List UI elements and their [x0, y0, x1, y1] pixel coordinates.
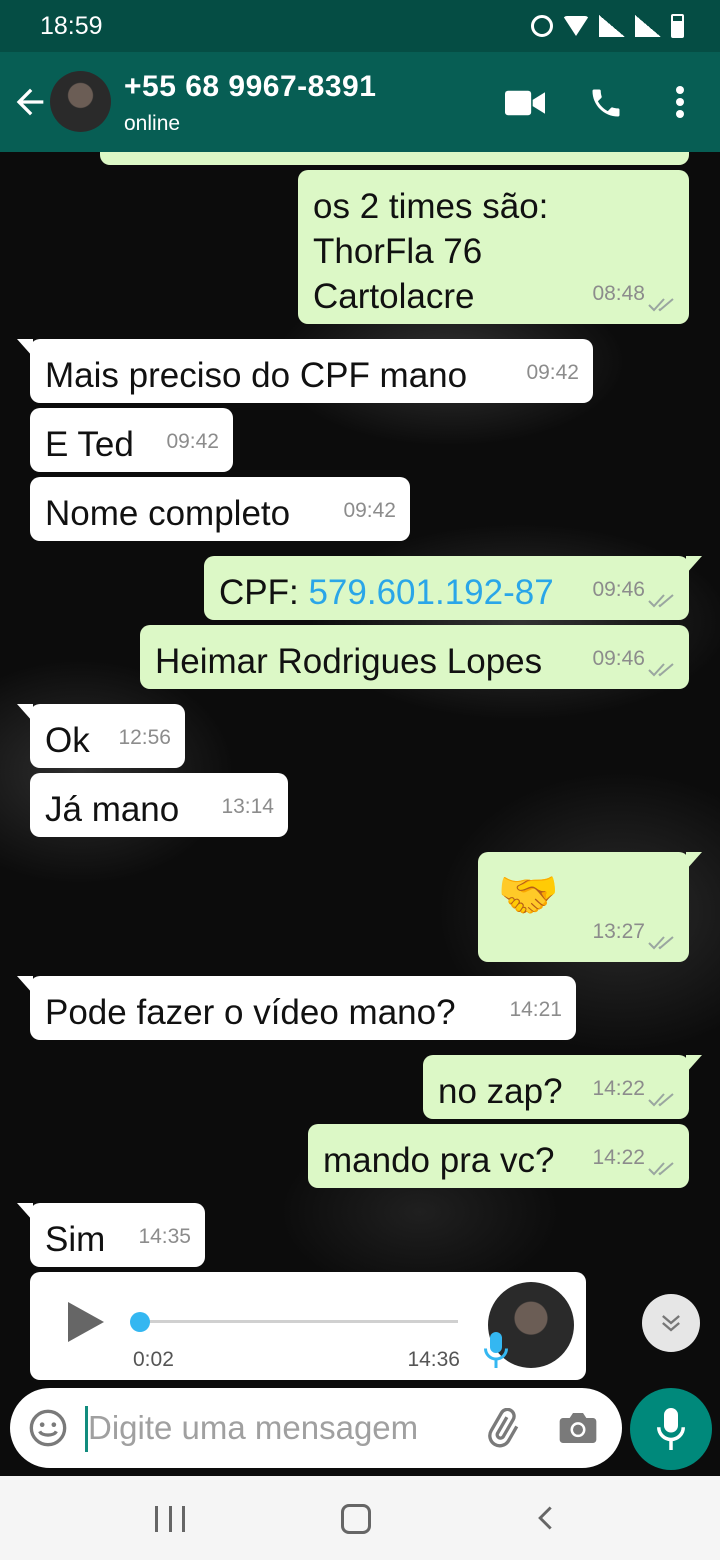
emoji-icon[interactable]: [28, 1408, 68, 1448]
message-time: 13:27: [592, 920, 645, 943]
signal-icon-2: [635, 15, 661, 37]
contact-name[interactable]: +55 68 9967-8391: [124, 70, 376, 104]
partial-message-bubble[interactable]: [100, 152, 689, 165]
wifi-icon: [563, 16, 589, 36]
mic-icon: [657, 1408, 685, 1450]
cpf-label: CPF:: [219, 573, 309, 612]
message-text: Mais preciso do CPF mano: [45, 356, 468, 395]
message-input[interactable]: [88, 1400, 468, 1456]
menu-icon[interactable]: [665, 82, 695, 122]
message-text: Pode fazer o vídeo mano?: [45, 993, 456, 1032]
message-time: 09:42: [166, 430, 219, 453]
read-checks-icon: [648, 594, 674, 608]
message-incoming[interactable]: Ok 12:56: [17, 704, 185, 768]
message-outgoing[interactable]: mando pra vc? 14:22: [308, 1124, 689, 1188]
status-icons: [531, 14, 684, 38]
message-incoming[interactable]: Pode fazer o vídeo mano? 14:21: [17, 976, 576, 1040]
contact-status: online: [124, 112, 181, 135]
read-checks-icon: [648, 1093, 674, 1107]
message-time: 14:36: [407, 1348, 460, 1371]
message-outgoing[interactable]: Heimar Rodrigues Lopes 09:46: [140, 625, 689, 689]
message-incoming[interactable]: E Ted 09:42: [30, 408, 233, 472]
back-icon[interactable]: [532, 1504, 560, 1532]
read-checks-icon: [648, 1162, 674, 1176]
chat-header: +55 68 9967-8391 online: [0, 52, 720, 152]
play-icon[interactable]: [68, 1302, 104, 1342]
message-time: 12:56: [118, 726, 171, 749]
battery-icon: [671, 14, 684, 38]
message-time: 09:46: [592, 578, 645, 601]
message-outgoing[interactable]: CPF: 579.601.192-87 09:46: [204, 556, 702, 620]
status-bar: 18:59: [0, 0, 720, 52]
camera-icon[interactable]: [558, 1410, 598, 1446]
voice-progress-knob[interactable]: [130, 1312, 150, 1332]
message-outgoing-emoji[interactable]: 🤝 13:27: [478, 852, 702, 962]
message-time: 09:46: [592, 647, 645, 670]
message-time: 09:42: [343, 499, 396, 522]
message-outgoing[interactable]: no zap? 14:22: [423, 1055, 702, 1119]
voice-progress-track[interactable]: [142, 1320, 458, 1323]
voice-duration: 0:02: [133, 1348, 174, 1371]
composer-bar: [0, 1388, 720, 1476]
message-time: 14:22: [592, 1146, 645, 1169]
read-checks-icon: [648, 663, 674, 677]
message-time: 14:22: [592, 1077, 645, 1100]
voice-message[interactable]: 0:02 14:36: [30, 1272, 586, 1380]
record-voice-button[interactable]: [630, 1388, 712, 1470]
message-outgoing[interactable]: os 2 times são: ThorFla 76 Cartolacre 08…: [298, 170, 689, 324]
chat-area[interactable]: os 2 times são: ThorFla 76 Cartolacre 08…: [0, 152, 720, 1388]
handshake-emoji: 🤝: [497, 867, 560, 923]
signal-icon: [599, 15, 625, 37]
message-time: 13:14: [221, 795, 274, 818]
recent-apps-icon[interactable]: [155, 1506, 185, 1532]
alarm-icon: [531, 15, 553, 37]
message-time: 14:35: [138, 1225, 191, 1248]
back-arrow-icon[interactable]: [10, 82, 50, 122]
read-checks-icon: [648, 298, 674, 312]
scroll-down-icon: [662, 1315, 680, 1332]
contact-avatar[interactable]: [50, 71, 111, 132]
message-time: 09:42: [526, 361, 579, 384]
message-incoming[interactable]: Já mano 13:14: [30, 773, 288, 837]
mic-icon: [484, 1332, 508, 1368]
attach-icon[interactable]: [482, 1408, 522, 1448]
read-checks-icon: [648, 936, 674, 950]
message-incoming[interactable]: Nome completo 09:42: [30, 477, 410, 541]
message-time: 08:48: [592, 282, 645, 305]
system-nav-bar: [0, 1476, 720, 1560]
scroll-down-button[interactable]: [642, 1294, 700, 1352]
composer-pill: [10, 1388, 622, 1468]
home-icon[interactable]: [341, 1504, 371, 1534]
video-call-icon[interactable]: [505, 88, 545, 118]
status-time: 18:59: [40, 12, 103, 40]
cpf-number-link[interactable]: 579.601.192-87: [308, 573, 553, 612]
message-time: 14:21: [509, 998, 562, 1021]
message-incoming[interactable]: Sim 14:35: [17, 1203, 205, 1267]
voice-call-icon[interactable]: [588, 85, 624, 121]
message-incoming[interactable]: Mais preciso do CPF mano 09:42: [17, 339, 593, 403]
